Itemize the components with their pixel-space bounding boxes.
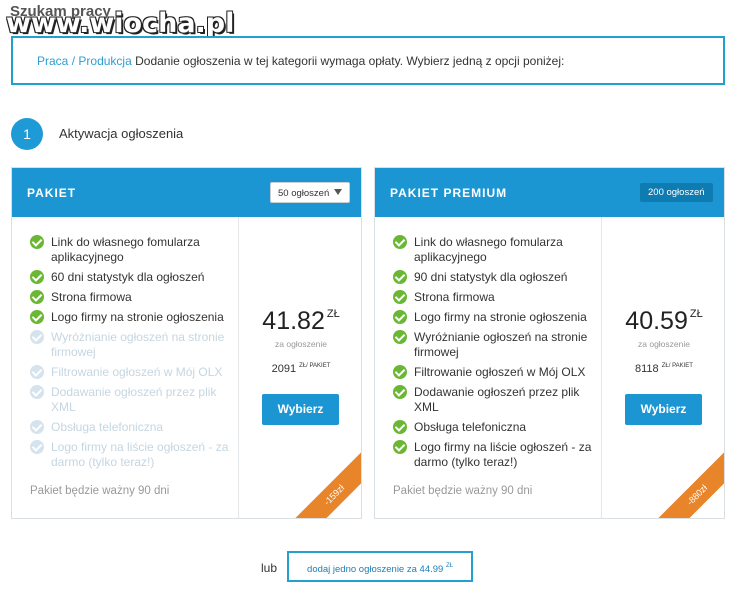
breadcrumb-category[interactable]: Praca <box>37 54 68 68</box>
package-total: 2091 ZŁ/ PAKIET <box>271 363 331 375</box>
check-icon <box>393 290 407 304</box>
ad-count-badge: 200 ogłoszeń <box>640 183 713 202</box>
chevron-down-icon <box>334 189 342 195</box>
feature-item: 90 dni statystyk dla ogłoszeń <box>393 270 593 285</box>
add-single-ad-button[interactable]: dodaj jedno ogłoszenie za 44.99 ZŁ <box>287 551 473 582</box>
feature-item: Link do własnego fomularza aplikacyjnego <box>30 235 230 265</box>
package-card-premium: PAKIET PREMIUM 200 ogłoszeń Link do włas… <box>374 167 725 519</box>
package-validity: Pakiet będzie ważny 90 dni <box>30 485 170 497</box>
feature-item: Wyróżnianie ogłoszeń na stronie firmowej <box>393 330 593 360</box>
feature-item-disabled: Wyróżnianie ogłoszeń na stronie firmowej <box>30 330 230 360</box>
check-icon <box>393 440 407 454</box>
package-title: PAKIET <box>27 186 77 200</box>
feature-item: Logo firmy na liście ogłoszeń - za darmo… <box>393 440 593 470</box>
check-icon <box>30 290 44 304</box>
info-message: Dodanie ogłoszenia w tej kategorii wymag… <box>135 54 565 68</box>
check-icon <box>393 420 407 434</box>
feature-item: Obsługa telefoniczna <box>393 420 593 435</box>
choose-button[interactable]: Wybierz <box>625 394 702 425</box>
package-title: PAKIET PREMIUM <box>390 186 508 200</box>
check-icon <box>30 440 44 454</box>
check-icon <box>30 330 44 344</box>
feature-item: Filtrowanie ogłoszeń w Mój OLX <box>393 365 593 380</box>
feature-item-disabled: Filtrowanie ogłoszeń w Mój OLX <box>30 365 230 380</box>
check-icon <box>393 365 407 379</box>
feature-item: Dodawanie ogłoszeń przez plik XML <box>393 385 593 415</box>
info-box: Praca / Produkcja Dodanie ogłoszenia w t… <box>11 36 725 85</box>
feature-item-disabled: Obsługa telefoniczna <box>30 420 230 435</box>
watermark: www.wiocha.pl <box>6 8 235 39</box>
package-validity: Pakiet będzie ważny 90 dni <box>393 485 533 497</box>
feature-item: Strona firmowa <box>30 290 230 305</box>
ad-count-select[interactable]: 50 ogłoszeń <box>270 182 350 203</box>
price-per-ad: 40.59 ZŁ <box>625 307 703 335</box>
feature-item: Logo firmy na stronie ogłoszenia <box>393 310 593 325</box>
feature-item-disabled: Dodawanie ogłoszeń przez plik XML <box>30 385 230 415</box>
feature-list: Link do własnego fomularza aplikacyjnego… <box>375 217 602 518</box>
check-icon <box>30 420 44 434</box>
check-icon <box>393 385 407 399</box>
check-icon <box>30 310 44 324</box>
check-icon <box>30 270 44 284</box>
step-label: Aktywacja ogłoszenia <box>59 126 184 141</box>
price-per-ad: 41.82 ZŁ <box>262 307 340 335</box>
price-per-label: za ogłoszenie <box>638 339 690 349</box>
breadcrumb-subcategory[interactable]: Produkcja <box>78 54 131 68</box>
feature-item: 60 dni statystyk dla ogłoszeń <box>30 270 230 285</box>
feature-item-disabled: Logo firmy na liście ogłoszeń - za darmo… <box>30 440 230 470</box>
or-label: lub <box>261 561 278 575</box>
breadcrumb-separator: / <box>71 54 76 68</box>
ad-count-select-value: 50 ogłoszeń <box>278 188 330 199</box>
package-total: 8118 ZŁ/ PAKIET <box>635 363 693 375</box>
choose-button[interactable]: Wybierz <box>262 394 339 425</box>
package-card-basic: PAKIET 50 ogłoszeń Link do własnego fomu… <box>11 167 362 519</box>
check-icon <box>30 235 44 249</box>
feature-item: Strona firmowa <box>393 290 593 305</box>
step-number: 1 <box>11 118 43 150</box>
check-icon <box>30 385 44 399</box>
package-header: PAKIET 50 ogłoszeń <box>12 168 361 217</box>
price-per-label: za ogłoszenie <box>275 339 327 349</box>
feature-item: Logo firmy na stronie ogłoszenia <box>30 310 230 325</box>
check-icon <box>393 310 407 324</box>
package-header: PAKIET PREMIUM 200 ogłoszeń <box>375 168 724 217</box>
check-icon <box>393 270 407 284</box>
check-icon <box>393 330 407 344</box>
feature-item: Link do własnego fomularza aplikacyjnego <box>393 235 593 265</box>
feature-list: Link do własnego fomularza aplikacyjnego… <box>12 217 239 518</box>
check-icon <box>393 235 407 249</box>
check-icon <box>30 365 44 379</box>
